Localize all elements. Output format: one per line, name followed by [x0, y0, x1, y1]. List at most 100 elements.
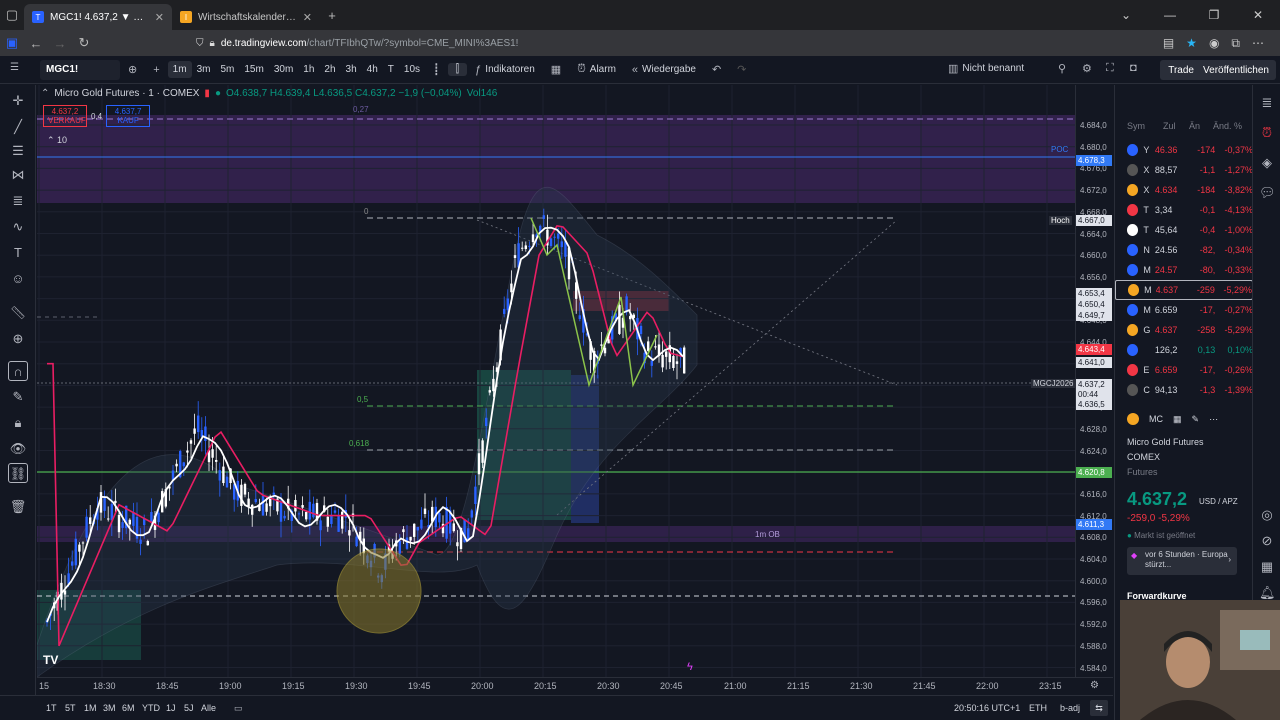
indicator-counter[interactable]: ⌃ 10: [47, 135, 67, 146]
range-5j[interactable]: 5J: [184, 703, 194, 713]
text-icon[interactable]: T: [8, 243, 28, 263]
ruler-icon[interactable]: 📏︎: [8, 303, 28, 323]
sidebar-icon[interactable]: ▣: [0, 35, 24, 51]
new-tab-icon[interactable]: +: [320, 8, 344, 23]
more-icon[interactable]: ⋯: [1209, 414, 1218, 425]
layout-name-button[interactable]: ▥ Nicht benannt: [940, 62, 1032, 75]
range-1m[interactable]: 1M: [84, 703, 97, 713]
watchlist-row[interactable]: G 4.637 -258 -5,29%: [1115, 320, 1253, 340]
sell-button[interactable]: 4.637,2 VERKAUF: [43, 105, 87, 127]
watchlist-row[interactable]: 126,2 0,13 0,10%: [1115, 340, 1253, 360]
range-ytd[interactable]: YTD: [142, 703, 160, 713]
timeframe-10s[interactable]: 10s: [399, 61, 425, 78]
watchlist-row[interactable]: T 45,64 -0,4 -1,00%: [1115, 220, 1253, 240]
settings-icon[interactable]: ⚙: [1074, 62, 1100, 75]
adjustment-toggle[interactable]: b-adj: [1060, 703, 1080, 713]
timeframe-2h[interactable]: 2h: [319, 61, 340, 78]
session-toggle[interactable]: ETH: [1029, 703, 1047, 713]
extensions-icon[interactable]: ⧉: [1231, 36, 1240, 51]
trash-icon[interactable]: 🗑︎: [8, 497, 28, 517]
range-3m[interactable]: 3M: [103, 703, 116, 713]
reader-icon[interactable]: ▤: [1163, 36, 1174, 50]
collapse-legend-icon[interactable]: ⌃: [41, 88, 49, 99]
crosshair-icon[interactable]: ✛: [8, 91, 28, 111]
timeframe-t[interactable]: T: [383, 61, 399, 78]
dom-icon[interactable]: ⊘: [1259, 533, 1275, 549]
maximize-icon[interactable]: ❐: [1192, 8, 1236, 22]
window-menu-icon[interactable]: ▢: [0, 7, 24, 23]
pattern-icon[interactable]: ⋈: [8, 165, 28, 185]
zoom-icon[interactable]: ⊕: [8, 329, 28, 349]
snapshot-icon[interactable]: ◘: [1122, 62, 1145, 74]
link-icon[interactable]: ⛓: [8, 463, 28, 483]
emoji-icon[interactable]: ☺: [8, 269, 28, 289]
magnet-icon[interactable]: ∩: [8, 361, 28, 381]
browser-tab-investing[interactable]: I Wirtschaftskalender - Investing ✕: [172, 4, 320, 30]
timeframe-5m[interactable]: 5m: [215, 61, 239, 78]
user-menu-icon[interactable]: ☰: [10, 62, 19, 73]
news-item[interactable]: ◆ vor 6 Stunden · Europa stürzt... ›: [1127, 547, 1237, 575]
forward-icon[interactable]: →: [48, 36, 72, 51]
timeframe-15m[interactable]: 15m: [239, 61, 268, 78]
back-icon[interactable]: ←: [24, 36, 48, 51]
notifications-icon[interactable]: 🔔︎: [1259, 585, 1276, 601]
flag-icon[interactable]: ▮: [204, 88, 210, 99]
timeframe-1h[interactable]: 1h: [298, 61, 319, 78]
fullscreen-icon[interactable]: ⛶: [1098, 62, 1122, 75]
lock-icon[interactable]: 🔒︎: [8, 413, 28, 433]
pencil-lock-icon[interactable]: ✎: [8, 387, 28, 407]
watchlist-row[interactable]: M 24.57 -80, -0,33%: [1115, 260, 1253, 280]
menu-dots-icon[interactable]: ⋯: [1252, 36, 1264, 50]
eye-icon[interactable]: 👁︎: [8, 439, 28, 459]
candles-icon[interactable]: ⫿: [447, 63, 468, 76]
watchlist-row[interactable]: X 88,57 -1,1 -1,27%: [1115, 160, 1253, 180]
add-symbol-icon[interactable]: +: [145, 64, 167, 76]
symbol-search[interactable]: MGC1!: [40, 59, 120, 80]
col-header-last[interactable]: Zul: [1163, 121, 1176, 131]
watchlist-row[interactable]: E 6.659 -17, -0,26%: [1115, 360, 1253, 380]
fib-icon[interactable]: ☰: [8, 141, 28, 161]
col-header-change[interactable]: Än: [1189, 121, 1200, 131]
lightning-icon[interactable]: ϟ: [687, 661, 693, 673]
range-6m[interactable]: 6M: [122, 703, 135, 713]
layouts-icon[interactable]: ▦: [543, 63, 569, 76]
publish-button[interactable]: Veröffentlichen: [1196, 60, 1276, 80]
timeframe-3m[interactable]: 3m: [192, 61, 216, 78]
close-window-icon[interactable]: ✕: [1236, 8, 1280, 22]
price-chart[interactable]: ⌃ Micro Gold Futures · 1 · COMEX ▮ ● O4.…: [37, 85, 1075, 677]
edit-icon[interactable]: ✎: [1192, 414, 1200, 425]
close-tab-icon[interactable]: ✕: [303, 11, 312, 24]
clock-display[interactable]: 20:50:16 UTC+1: [954, 703, 1020, 713]
watchlist-row[interactable]: N 24.56 -82, -0,34%: [1115, 240, 1253, 260]
watchlist-row[interactable]: M 4.637 -259 -5,29%: [1115, 280, 1253, 300]
target-icon[interactable]: ◎: [1259, 507, 1275, 523]
watchlist-row[interactable]: Y 46.36 -174 -0,37%: [1115, 140, 1253, 160]
projection-icon[interactable]: ≣: [8, 191, 28, 211]
indicators-button[interactable]: ƒ Indikatoren: [467, 64, 543, 76]
trendline-icon[interactable]: ╱: [8, 117, 28, 137]
watchlist-row[interactable]: C 94,13 -1,3 -1,39%: [1115, 380, 1253, 400]
alarm-button[interactable]: ⏰︎ Alarm: [569, 63, 624, 76]
compare-icon[interactable]: ⊕: [120, 63, 145, 76]
calendar-icon[interactable]: ▦: [1259, 559, 1275, 575]
grid-icon[interactable]: ▦: [1173, 414, 1182, 425]
layout-toggle-icon[interactable]: ⇆: [1090, 700, 1108, 716]
watchlist-row[interactable]: T 3,34 -0,1 -4,13%: [1115, 200, 1253, 220]
col-header-symbol[interactable]: Sym: [1127, 121, 1145, 131]
range-1t[interactable]: 1T: [46, 703, 57, 713]
minimize-icon[interactable]: —: [1148, 8, 1192, 22]
buy-button[interactable]: 4.637,7 KAUF: [106, 105, 151, 127]
account-icon[interactable]: ◉: [1209, 36, 1219, 50]
undo-icon[interactable]: ↶: [704, 63, 729, 76]
watchlist-row[interactable]: X 4.634 -184 -3,82%: [1115, 180, 1253, 200]
brush-icon[interactable]: ∿: [8, 217, 28, 237]
timeframe-3h[interactable]: 3h: [341, 61, 362, 78]
layers-icon[interactable]: ◈: [1259, 155, 1275, 171]
chart-canvas[interactable]: [37, 85, 1075, 677]
url-field[interactable]: ⛉ 🔒︎ de.tradingview.com/chart/TFIbhQTw/?…: [196, 38, 518, 49]
quick-search-icon[interactable]: ⚲: [1050, 62, 1074, 75]
replay-button[interactable]: «Wiedergabe: [624, 64, 704, 76]
timeframe-30m[interactable]: 30m: [269, 61, 298, 78]
redo-icon[interactable]: ↷: [729, 63, 754, 76]
chat-icon[interactable]: 💬︎: [1259, 185, 1276, 201]
